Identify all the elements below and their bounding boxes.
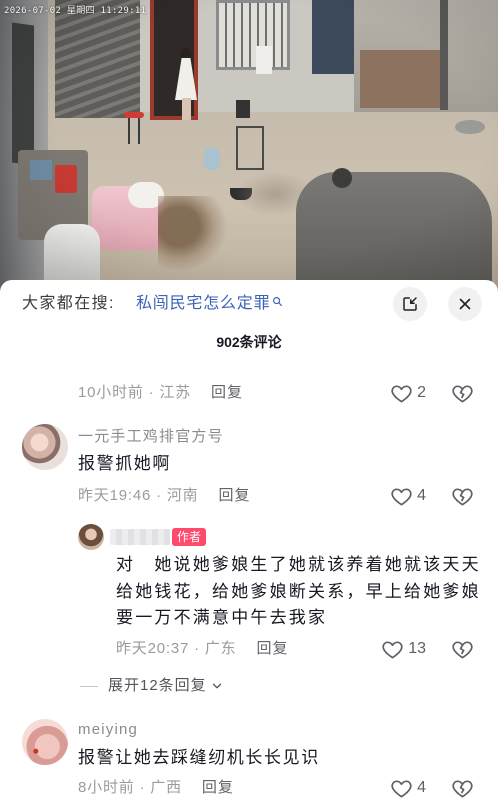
comment-username[interactable]: 一元手工鸡排官方号: [78, 427, 224, 447]
comment-time-location: 10小时前 · 江苏: [78, 384, 192, 401]
reply-button[interactable]: 回复: [202, 777, 234, 799]
reply-avatar[interactable]: [78, 524, 104, 550]
broken-heart-icon: [452, 384, 473, 403]
comment-time-location: 昨天19:46 · 河南: [78, 487, 199, 504]
like-count: 4: [417, 779, 426, 796]
like-count: 4: [417, 487, 426, 504]
comment-meta: 8小时前 · 广西 回复: [78, 777, 234, 799]
like-button[interactable]: 4: [390, 777, 426, 799]
reply-button[interactable]: 回复: [211, 382, 243, 404]
comment-meta: 10小时前 · 江苏 回复: [78, 382, 243, 404]
search-prefix-label: 大家都在搜:: [22, 295, 115, 312]
comment-time-location: 8小时前 · 广西: [78, 779, 182, 796]
dislike-button[interactable]: [451, 638, 474, 660]
comment-text[interactable]: 报警让她去踩缝纫机长长见识: [78, 746, 320, 770]
expand-divider: [80, 686, 98, 687]
like-button[interactable]: 2: [390, 382, 426, 404]
like-count: 13: [408, 640, 426, 657]
reply-button[interactable]: 回复: [218, 485, 250, 507]
reply-text-line: 对 她说她爹娘生了她就该养着她就该天天: [116, 555, 481, 574]
expand-replies-button[interactable]: 展开12条回复: [108, 675, 224, 697]
search-icon: [273, 297, 283, 306]
camera-vignette: [0, 0, 498, 292]
chevron-down-icon: [212, 683, 221, 689]
comment-meta: 昨天19:46 · 河南 回复: [78, 485, 250, 507]
picture-in-picture-icon: [403, 297, 417, 311]
heart-icon: [382, 640, 403, 659]
heart-icon: [391, 384, 412, 403]
search-suggestion-link[interactable]: 私闯民宅怎么定罪: [136, 293, 283, 315]
search-query-text[interactable]: 私闯民宅怎么定罪: [136, 293, 270, 315]
comment-sheet: 大家都在搜: 私闯民宅怎么定罪 902条评论 10小时前 · 江苏 回复 2 一…: [0, 280, 498, 800]
broken-heart-icon: [452, 779, 473, 798]
like-count: 2: [417, 384, 426, 401]
reply-text-line: 要一万不满意中午去我家: [116, 608, 328, 627]
close-icon: [459, 298, 471, 310]
dislike-button[interactable]: [451, 382, 474, 404]
reply-button[interactable]: 回复: [256, 638, 288, 660]
reply-text[interactable]: 对 她说她爹娘生了她就该养着她就该天天 给她钱花，给她爹娘断关系，早上给她爹娘 …: [116, 552, 481, 632]
reply-username-blurred[interactable]: [110, 529, 170, 545]
like-button[interactable]: 13: [381, 638, 426, 660]
like-button[interactable]: 4: [390, 485, 426, 507]
comments-count-title: 902条评论: [216, 334, 282, 350]
dislike-button[interactable]: [451, 485, 474, 507]
cctv-timestamp: 2026-07-02 星期四 11:29:11: [4, 6, 147, 16]
expand-replies-label: 展开12条回复: [108, 677, 207, 694]
dislike-button[interactable]: [451, 777, 474, 799]
author-badge: 作者: [172, 528, 206, 546]
reply-meta: 昨天20:37 · 广东 回复: [116, 638, 288, 660]
broken-heart-icon: [452, 640, 473, 659]
heart-icon: [391, 487, 412, 506]
heart-icon: [391, 779, 412, 798]
minimize-button[interactable]: [393, 287, 427, 321]
comment-username[interactable]: meiying: [78, 720, 138, 740]
broken-heart-icon: [452, 487, 473, 506]
comment-text[interactable]: 报警抓她啊: [78, 452, 171, 476]
avatar[interactable]: [22, 424, 68, 470]
reply-text-line: 给她钱花，给她爹娘断关系，早上给她爹娘: [116, 581, 481, 601]
close-button[interactable]: [448, 287, 482, 321]
avatar[interactable]: [22, 719, 68, 765]
video-player[interactable]: 2026-07-02 星期四 11:29:11: [0, 0, 498, 292]
reply-time-location: 昨天20:37 · 广东: [116, 640, 237, 657]
